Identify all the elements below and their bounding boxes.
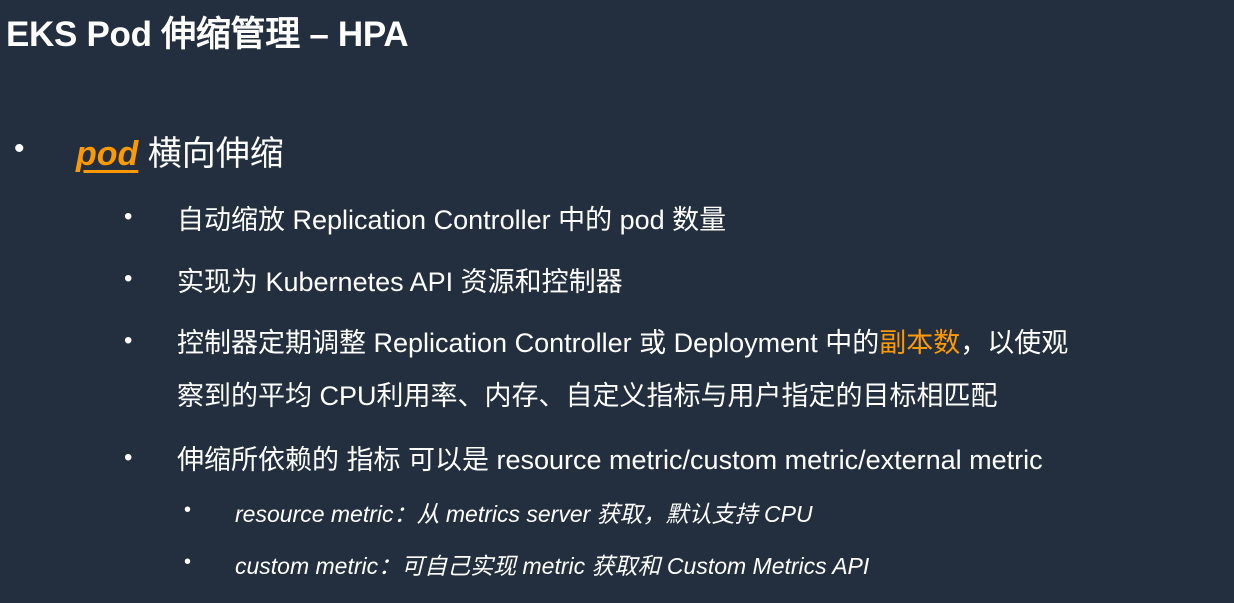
bullet-level1-text: 横向伸缩 [138, 135, 284, 173]
bullet-dot: • [184, 499, 192, 521]
bullet-level2-text: 控制器定期调整 Replication Controller 或 Deploym… [177, 328, 880, 358]
bullet-level2-item: 实现为 Kubernetes API 资源和控制器 [177, 267, 623, 297]
slide-title: EKS Pod 伸缩管理 – HPA [6, 15, 409, 54]
bullet-level2-text: ，以使观 [960, 328, 1069, 358]
bullet-level2-item: 伸缩所依赖的 指标 可以是 resource metric/custom met… [177, 445, 1043, 475]
replica-count-highlight: 副本数 [879, 328, 961, 358]
bullet-level3-item: resource metric：从 metrics server 获取，默认支持… [235, 501, 813, 527]
bullet-dot: • [124, 203, 133, 230]
bullet-dot: • [184, 551, 192, 573]
pod-highlight: pod [76, 135, 139, 173]
bullet-dot: • [124, 265, 133, 292]
bullet-level2-item: 自动缩放 Replication Controller 中的 pod 数量 [177, 205, 727, 235]
slide: EKS Pod 伸缩管理 – HPA • pod 横向伸缩 • 自动缩放 Rep… [0, 0, 1234, 603]
bullet-level2-continuation: 察到的平均 CPU利用率、内存、自定义指标与用户指定的目标相匹配 [177, 381, 998, 411]
bullet-level1: pod 横向伸缩 [76, 126, 284, 175]
bullet-level3-item: custom metric：可自己实现 metric 获取和 Custom Me… [235, 553, 870, 579]
bullet-dot: • [124, 327, 133, 354]
bullet-dot: • [14, 132, 25, 165]
bullet-dot: • [124, 444, 133, 471]
bullet-level2-item: 控制器定期调整 Replication Controller 或 Deploym… [177, 321, 1068, 360]
